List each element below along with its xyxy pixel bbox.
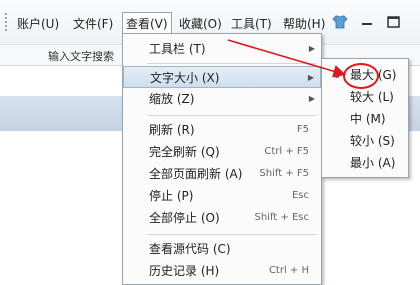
annotation-overlay <box>227 39 347 78</box>
annotation-arrow <box>227 39 347 78</box>
annotation-circle <box>343 63 379 89</box>
